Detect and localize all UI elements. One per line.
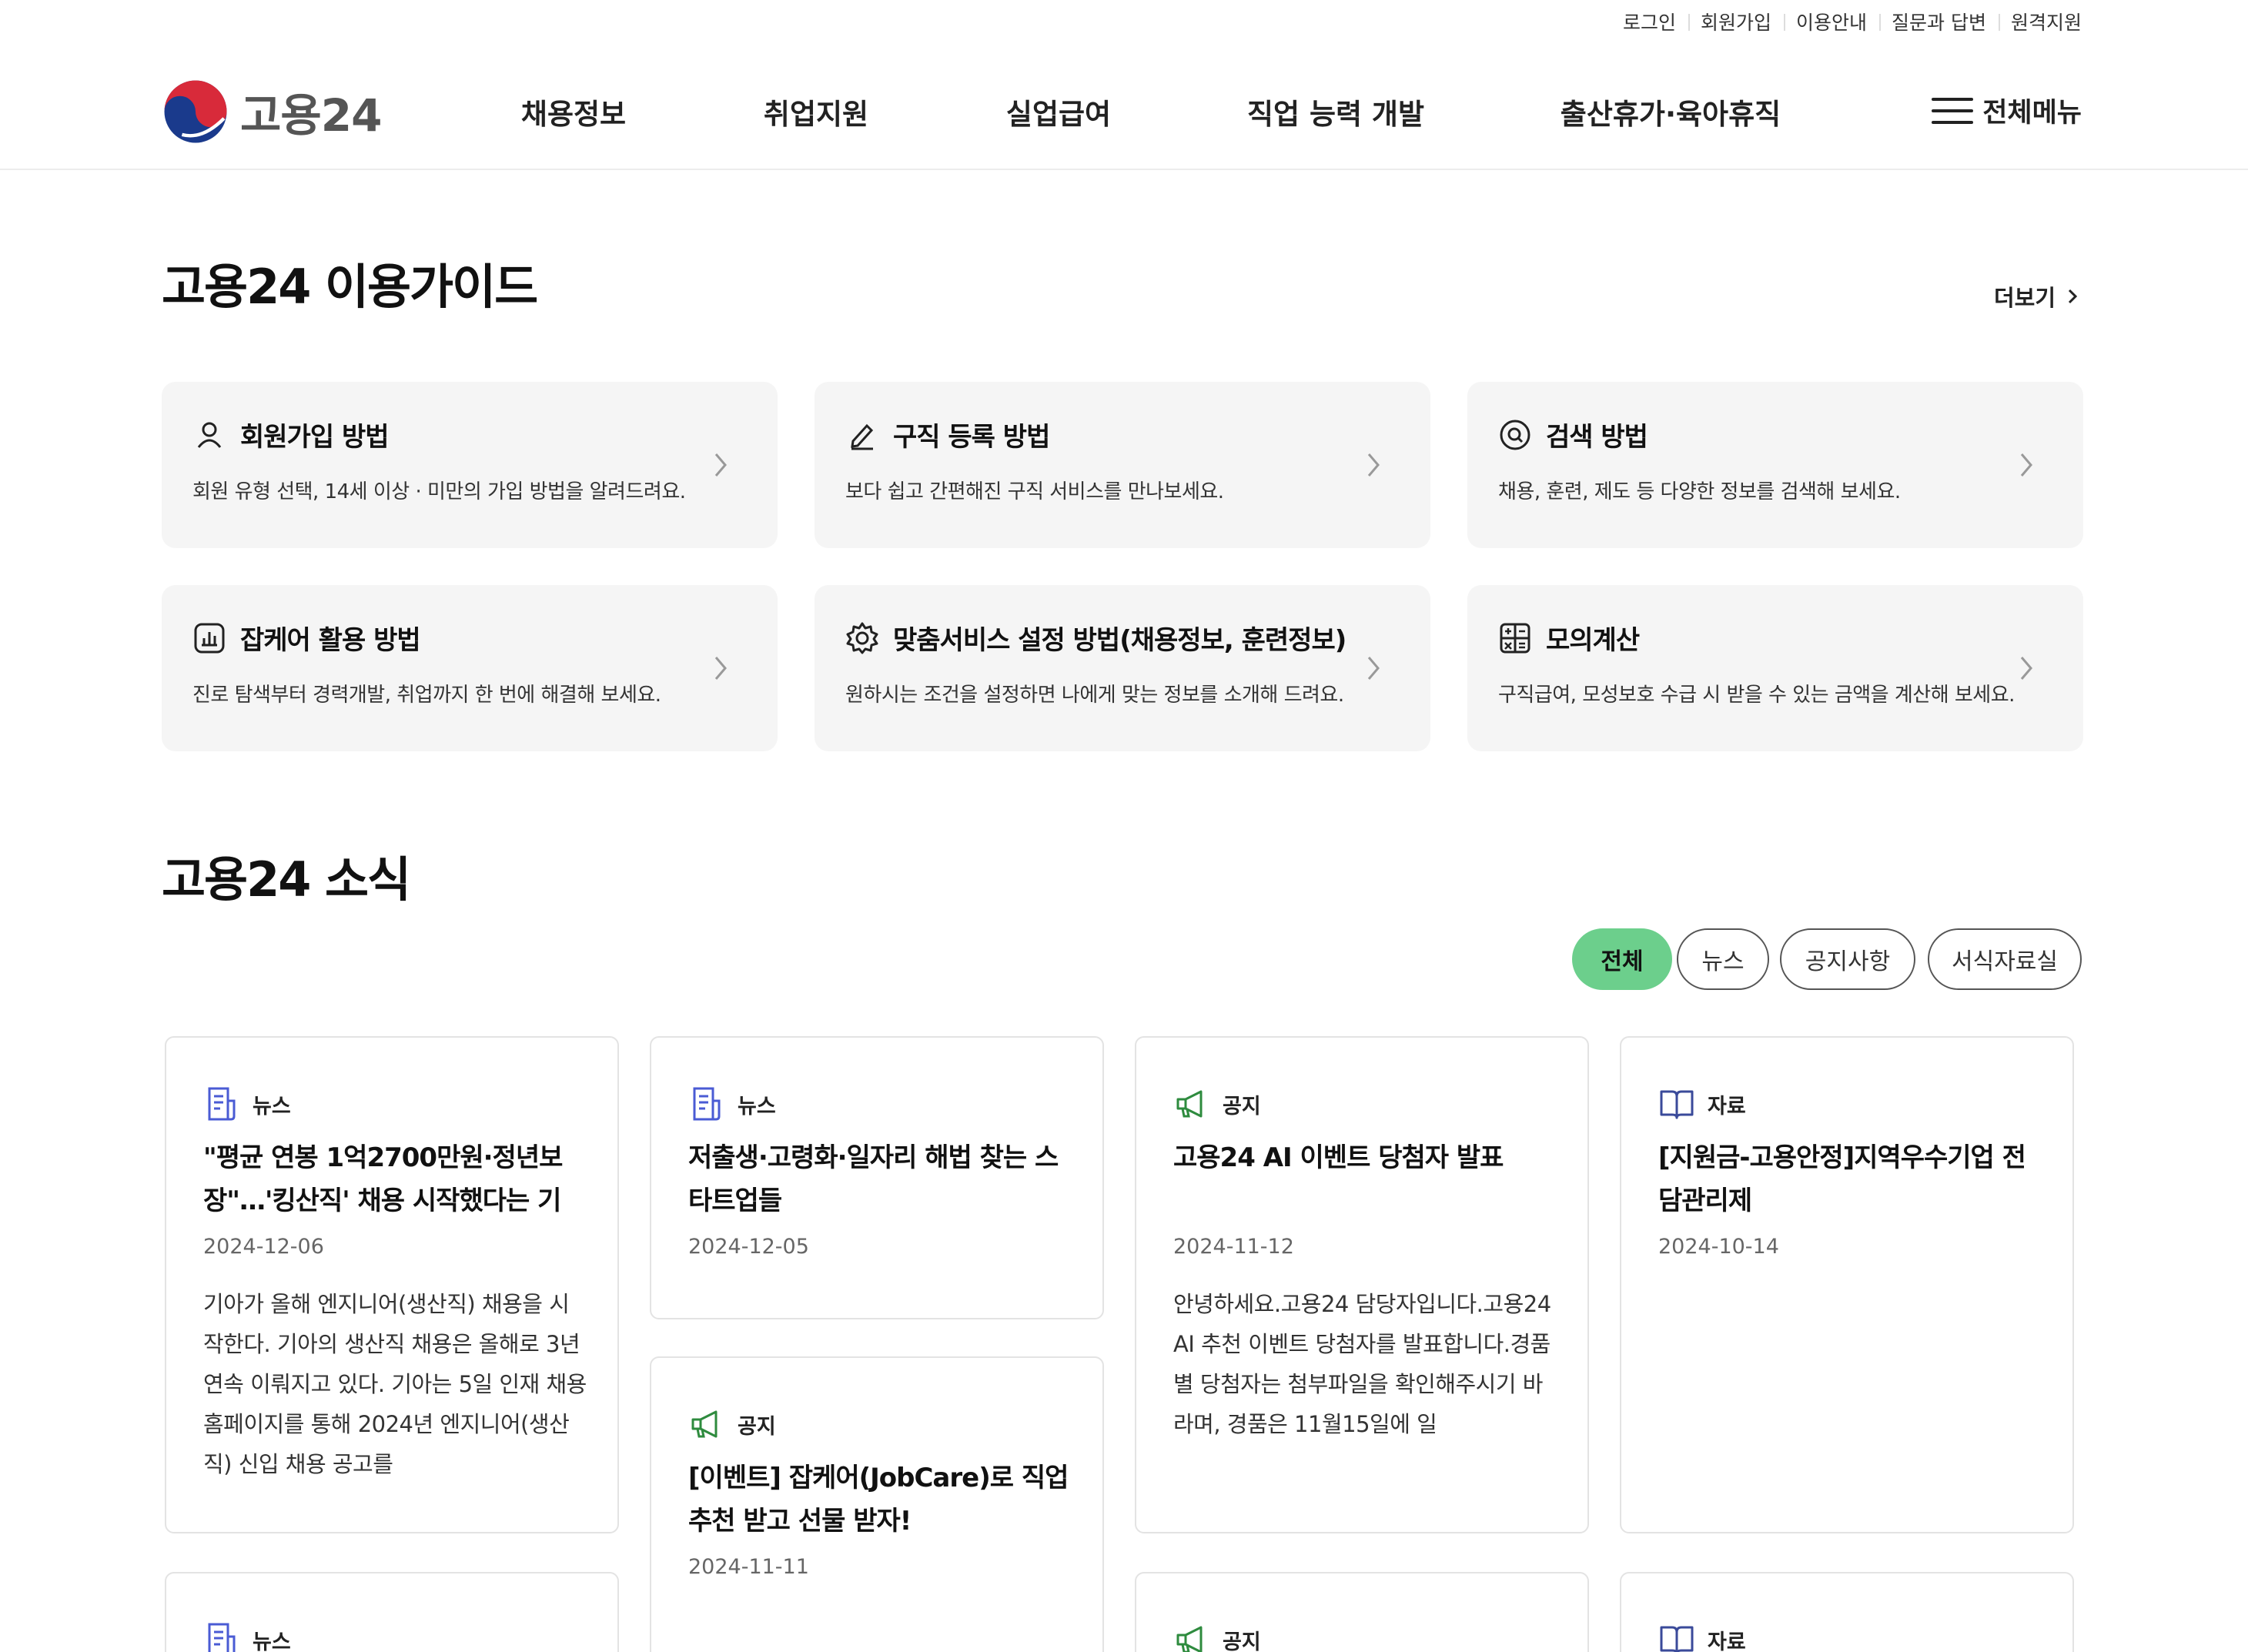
guide-card-title: 모의계산 [1546,625,1640,656]
login-link[interactable]: 로그인 [1611,8,1688,35]
chevron-right-icon [2068,289,2078,304]
news-card[interactable]: 뉴스 [165,1572,619,1652]
resource-card[interactable]: 자료 [지원금-고용안정]지역우수기업 전담관리제 2024-10-14 [1620,1036,2074,1533]
all-menu-label: 전체메뉴 [1982,98,2082,129]
news-date: 2024-10-14 [1658,1235,1779,1259]
chevron-right-icon [1367,657,1380,680]
guide-card-desc: 구직급여, 모성보호 수급 시 받을 수 있는 금액을 계산해 보세요. [1498,684,2015,707]
pencil-icon [845,418,879,452]
notice-card[interactable]: 공지 고용24 AI 이벤트 당첨자 발표 2024-11-12 안녕하세요.고… [1135,1036,1589,1533]
guide-section-title: 고용24 이용가이드 [162,259,538,315]
remote-support-link[interactable]: 원격지원 [1998,8,2082,35]
nav-jobs[interactable]: 채용정보 [521,91,626,132]
document-icon [693,1087,721,1121]
guide-card-desc: 원하시는 조건을 설정하면 나에게 맞는 정보를 소개해 드려요. [845,684,1344,707]
all-menu-button[interactable]: 전체메뉴 [1932,91,2082,130]
gear-icon [845,621,879,655]
news-date: 2024-11-12 [1173,1235,1294,1259]
site-header: 고용24 채용정보 취업지원 실업급여 직업 능력 개발 출산휴가·육아휴직 전… [0,46,2248,170]
guide-card-title: 잡케어 활용 방법 [240,625,421,656]
chevron-right-icon [714,657,727,680]
news-date: 2024-11-11 [688,1555,809,1579]
guide-card-desc: 회원 유형 선택, 14세 이상 · 미만의 가입 방법을 알려드려요. [192,480,686,503]
nav-employment-support[interactable]: 취업지원 [764,91,868,132]
guide-card-job-registration[interactable]: 구직 등록 방법 보다 쉽고 간편해진 구직 서비스를 만나보세요. [815,382,1430,548]
more-label: 더보기 [1993,285,2056,311]
news-category: 자료 [1708,1094,1746,1119]
book-icon [1660,1090,1694,1119]
filter-all[interactable]: 전체 [1572,928,1672,990]
document-icon [208,1087,236,1121]
megaphone-icon [1176,1090,1203,1118]
news-category: 뉴스 [253,1094,291,1119]
filter-forms-library[interactable]: 서식자료실 [1928,928,2082,990]
document-icon [208,1623,236,1652]
news-category: 공지 [1223,1630,1261,1652]
book-icon [1660,1626,1694,1652]
news-title: "평균 연봉 1억2700만원·정년보장"…'킹산직' 채용 시작했다는 기 [203,1142,563,1216]
megaphone-icon [1176,1626,1203,1652]
guide-card-calculator[interactable]: 모의계산 구직급여, 모성보호 수급 시 받을 수 있는 금액을 계산해 보세요… [1467,585,2083,751]
guide-more-link[interactable]: 더보기 [1994,280,2082,313]
chevron-right-icon [2020,657,2032,680]
guide-link[interactable]: 이용안내 [1784,8,1879,35]
chart-icon [192,621,226,655]
signup-link[interactable]: 회원가입 [1688,8,1784,35]
filter-notices[interactable]: 공지사항 [1780,928,1915,990]
guide-card-title: 맞춤서비스 설정 방법(채용정보, 훈련정보) [893,625,1346,656]
qna-link[interactable]: 질문과 답변 [1879,8,1999,35]
nav-maternity-parental-leave[interactable]: 출산휴가·육아휴직 [1561,91,1781,132]
guide-card-jobcare[interactable]: 잡케어 활용 방법 진로 탐색부터 경력개발, 취업까지 한 번에 해결해 보세… [162,585,778,751]
guide-card-title: 회원가입 방법 [240,422,390,453]
news-date: 2024-12-06 [203,1235,324,1259]
chevron-right-icon [1367,453,1380,477]
news-summary: 안녕하세요.고용24 담당자입니다.고용24 AI 추천 이벤트 당첨자를 발표… [1173,1291,1551,1437]
guide-card-desc: 진로 탐색부터 경력개발, 취업까지 한 번에 해결해 보세요. [192,684,661,707]
main-nav: 채용정보 취업지원 실업급여 직업 능력 개발 출산휴가·육아휴직 [0,46,2248,170]
filter-news[interactable]: 뉴스 [1677,928,1769,990]
resource-card[interactable]: 자료 [1620,1572,2074,1652]
news-category: 뉴스 [253,1630,291,1652]
news-title: [지원금-고용안정]지역우수기업 전담관리제 [1658,1142,2026,1216]
guide-card-search[interactable]: 검색 방법 채용, 훈련, 제도 등 다양한 정보를 검색해 보세요. [1467,382,2083,548]
nav-unemployment-benefit[interactable]: 실업급여 [1006,91,1111,132]
notice-card[interactable]: 공지 [1135,1572,1589,1652]
news-title: [이벤트] 잡케어(JobCare)로 직업 추천 받고 선물 받자! [688,1463,1069,1537]
guide-card-title: 구직 등록 방법 [893,422,1050,453]
chevron-right-icon [2020,453,2032,477]
guide-card-custom-service[interactable]: 맞춤서비스 설정 방법(채용정보, 훈련정보) 원하시는 조건을 설정하면 나에… [815,585,1430,751]
news-card[interactable]: 뉴스 "평균 연봉 1억2700만원·정년보장"…'킹산직' 채용 시작했다는 … [165,1036,619,1533]
guide-card-signup[interactable]: 회원가입 방법 회원 유형 선택, 14세 이상 · 미만의 가입 방법을 알려… [162,382,778,548]
news-category: 공지 [738,1414,776,1439]
search-icon [1498,418,1532,452]
news-summary: 기아가 올해 엔지니어(생산직) 채용을 시작한다. 기아의 생산직 채용은 올… [203,1291,587,1477]
guide-card-title: 검색 방법 [1546,422,1648,453]
guide-card-desc: 채용, 훈련, 제도 등 다양한 정보를 검색해 보세요. [1498,480,1901,503]
news-category: 뉴스 [738,1094,776,1119]
news-category: 자료 [1708,1630,1746,1652]
utility-nav: 로그인 회원가입 이용안내 질문과 답변 원격지원 [1611,6,2082,37]
user-icon [192,418,226,452]
chevron-right-icon [714,453,727,477]
notice-card[interactable]: 공지 [이벤트] 잡케어(JobCare)로 직업 추천 받고 선물 받자! 2… [650,1356,1104,1652]
nav-vocational-training[interactable]: 직업 능력 개발 [1247,91,1424,132]
hamburger-icon [1932,95,1974,126]
news-title: 저출생·고령화·일자리 해법 찾는 스타트업들 [688,1142,1059,1216]
calculator-icon [1498,621,1532,655]
news-card[interactable]: 뉴스 저출생·고령화·일자리 해법 찾는 스타트업들 2024-12-05 [650,1036,1104,1319]
megaphone-icon [691,1410,718,1438]
news-date: 2024-12-05 [688,1235,809,1259]
news-section-title: 고용24 소식 [162,851,411,908]
news-category: 공지 [1223,1094,1261,1119]
guide-card-desc: 보다 쉽고 간편해진 구직 서비스를 만나보세요. [845,480,1224,503]
news-title: 고용24 AI 이벤트 당첨자 발표 [1173,1142,1504,1173]
